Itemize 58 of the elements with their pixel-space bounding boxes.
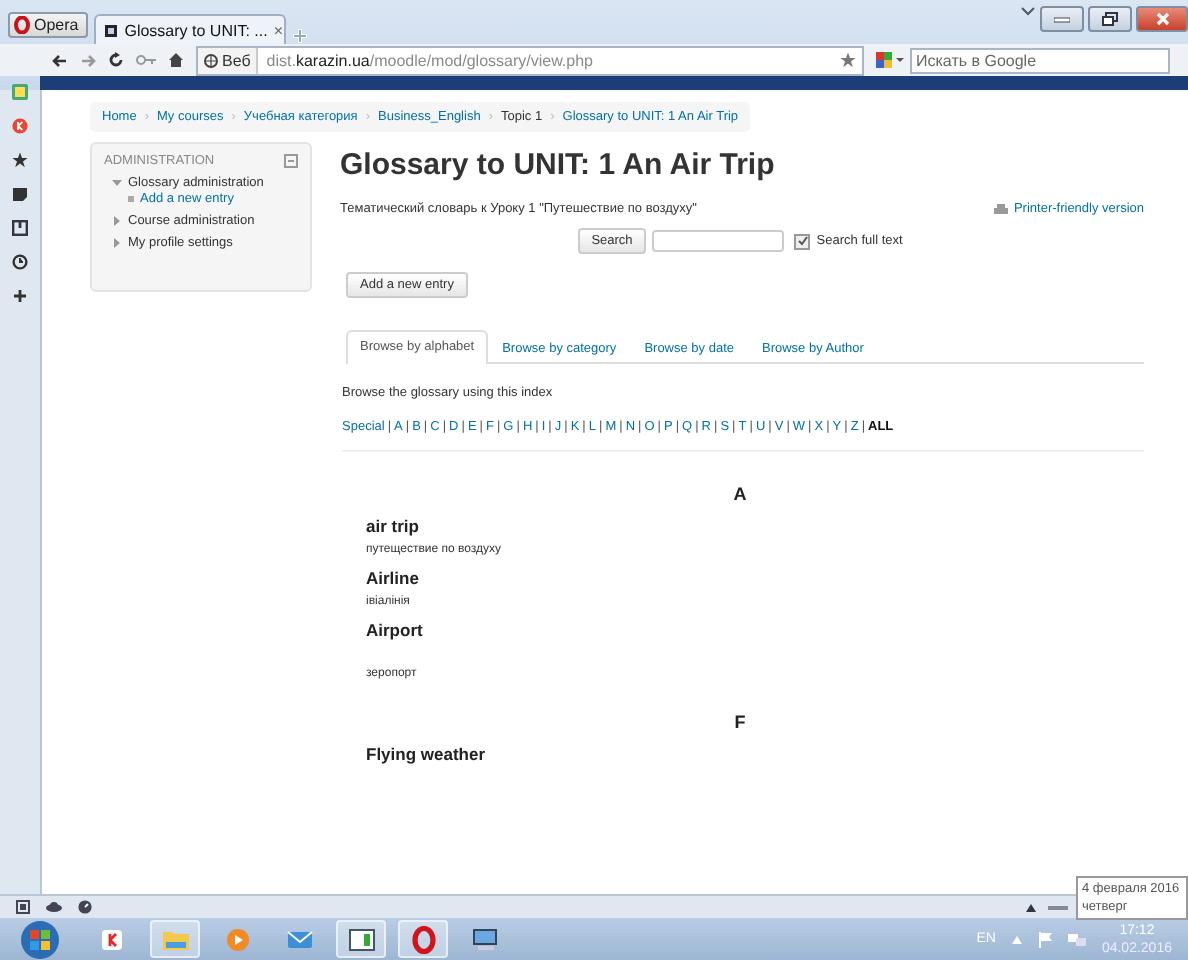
globe-icon — [204, 53, 218, 67]
badge-text: Веб — [222, 51, 251, 69]
new-tab-icon[interactable] — [292, 28, 309, 44]
address-url: dist.karazin.ua/moodle/mod/glossary/view.php — [266, 51, 595, 69]
letter-heading: A — [731, 484, 749, 504]
clock-icon[interactable] — [12, 254, 28, 270]
media-player-icon — [223, 925, 251, 953]
glossary-term: Flying weather — [366, 744, 488, 764]
glossary-term: Airline — [366, 568, 421, 588]
page-title: Glossary to UNIT: 1 An Air Trip — [340, 148, 777, 182]
taskbar-button[interactable] — [336, 920, 386, 958]
home-icon[interactable] — [168, 52, 184, 68]
note-icon[interactable] — [12, 186, 28, 202]
start-button[interactable] — [20, 919, 60, 959]
panel-toggle-icon[interactable] — [16, 900, 30, 914]
tab-title: Glossary to UNIT: ... — [124, 21, 268, 39]
back-icon[interactable] — [52, 53, 68, 67]
browser-tab[interactable]: Glossary to UNIT: ... × — [94, 14, 287, 44]
star-icon[interactable] — [840, 52, 856, 68]
collapse-icon[interactable] — [284, 154, 298, 168]
tab-close-button[interactable]: × — [273, 21, 283, 39]
opera-menu-button[interactable]: Opera — [8, 12, 89, 38]
web-search-field[interactable]: Искать в Google — [910, 47, 1170, 73]
search-engine-icon[interactable] — [876, 52, 904, 68]
glossary-term: Airport — [366, 620, 425, 640]
expanded-arrow-icon[interactable] — [112, 178, 122, 188]
key-icon[interactable] — [136, 54, 156, 66]
restore-icon — [1102, 12, 1118, 26]
dropdown-icon[interactable] — [1020, 6, 1036, 18]
close-icon — [1155, 12, 1169, 26]
collapsed-arrow-icon[interactable] — [112, 238, 122, 248]
address-field[interactable]: Веб dist.karazin.ua/moodle/mod/glossary/view.php — [196, 45, 864, 75]
up-arrow-icon[interactable] — [1026, 903, 1036, 911]
window-icon — [347, 925, 375, 953]
glossary-term: air trip — [366, 516, 421, 536]
checkmark-icon — [797, 236, 808, 246]
star-icon[interactable] — [12, 152, 28, 168]
plus-icon[interactable] — [12, 288, 28, 304]
reload-icon[interactable] — [108, 52, 124, 68]
search-field[interactable] — [652, 230, 785, 252]
taskbar-button[interactable] — [398, 920, 448, 958]
cloud-icon[interactable] — [46, 902, 62, 912]
web-badge[interactable]: Веб — [198, 47, 259, 73]
close-button[interactable] — [1136, 6, 1188, 32]
speedometer-icon[interactable] — [78, 900, 92, 914]
bullet-icon — [128, 196, 134, 202]
minimize-icon — [1054, 15, 1070, 23]
forward-icon[interactable] — [80, 53, 96, 67]
network-computer-icon — [471, 925, 499, 953]
page-icon — [104, 23, 119, 37]
panel-icon[interactable] — [12, 220, 28, 236]
printer-icon — [993, 203, 1008, 215]
full-text-checkbox[interactable] — [794, 233, 811, 249]
collapsed-arrow-icon[interactable] — [112, 216, 122, 226]
letter-heading: F — [732, 712, 748, 732]
restore-button[interactable] — [1088, 6, 1132, 32]
zoom-slider-icon[interactable] — [1048, 903, 1068, 911]
mail-icon — [285, 925, 313, 953]
